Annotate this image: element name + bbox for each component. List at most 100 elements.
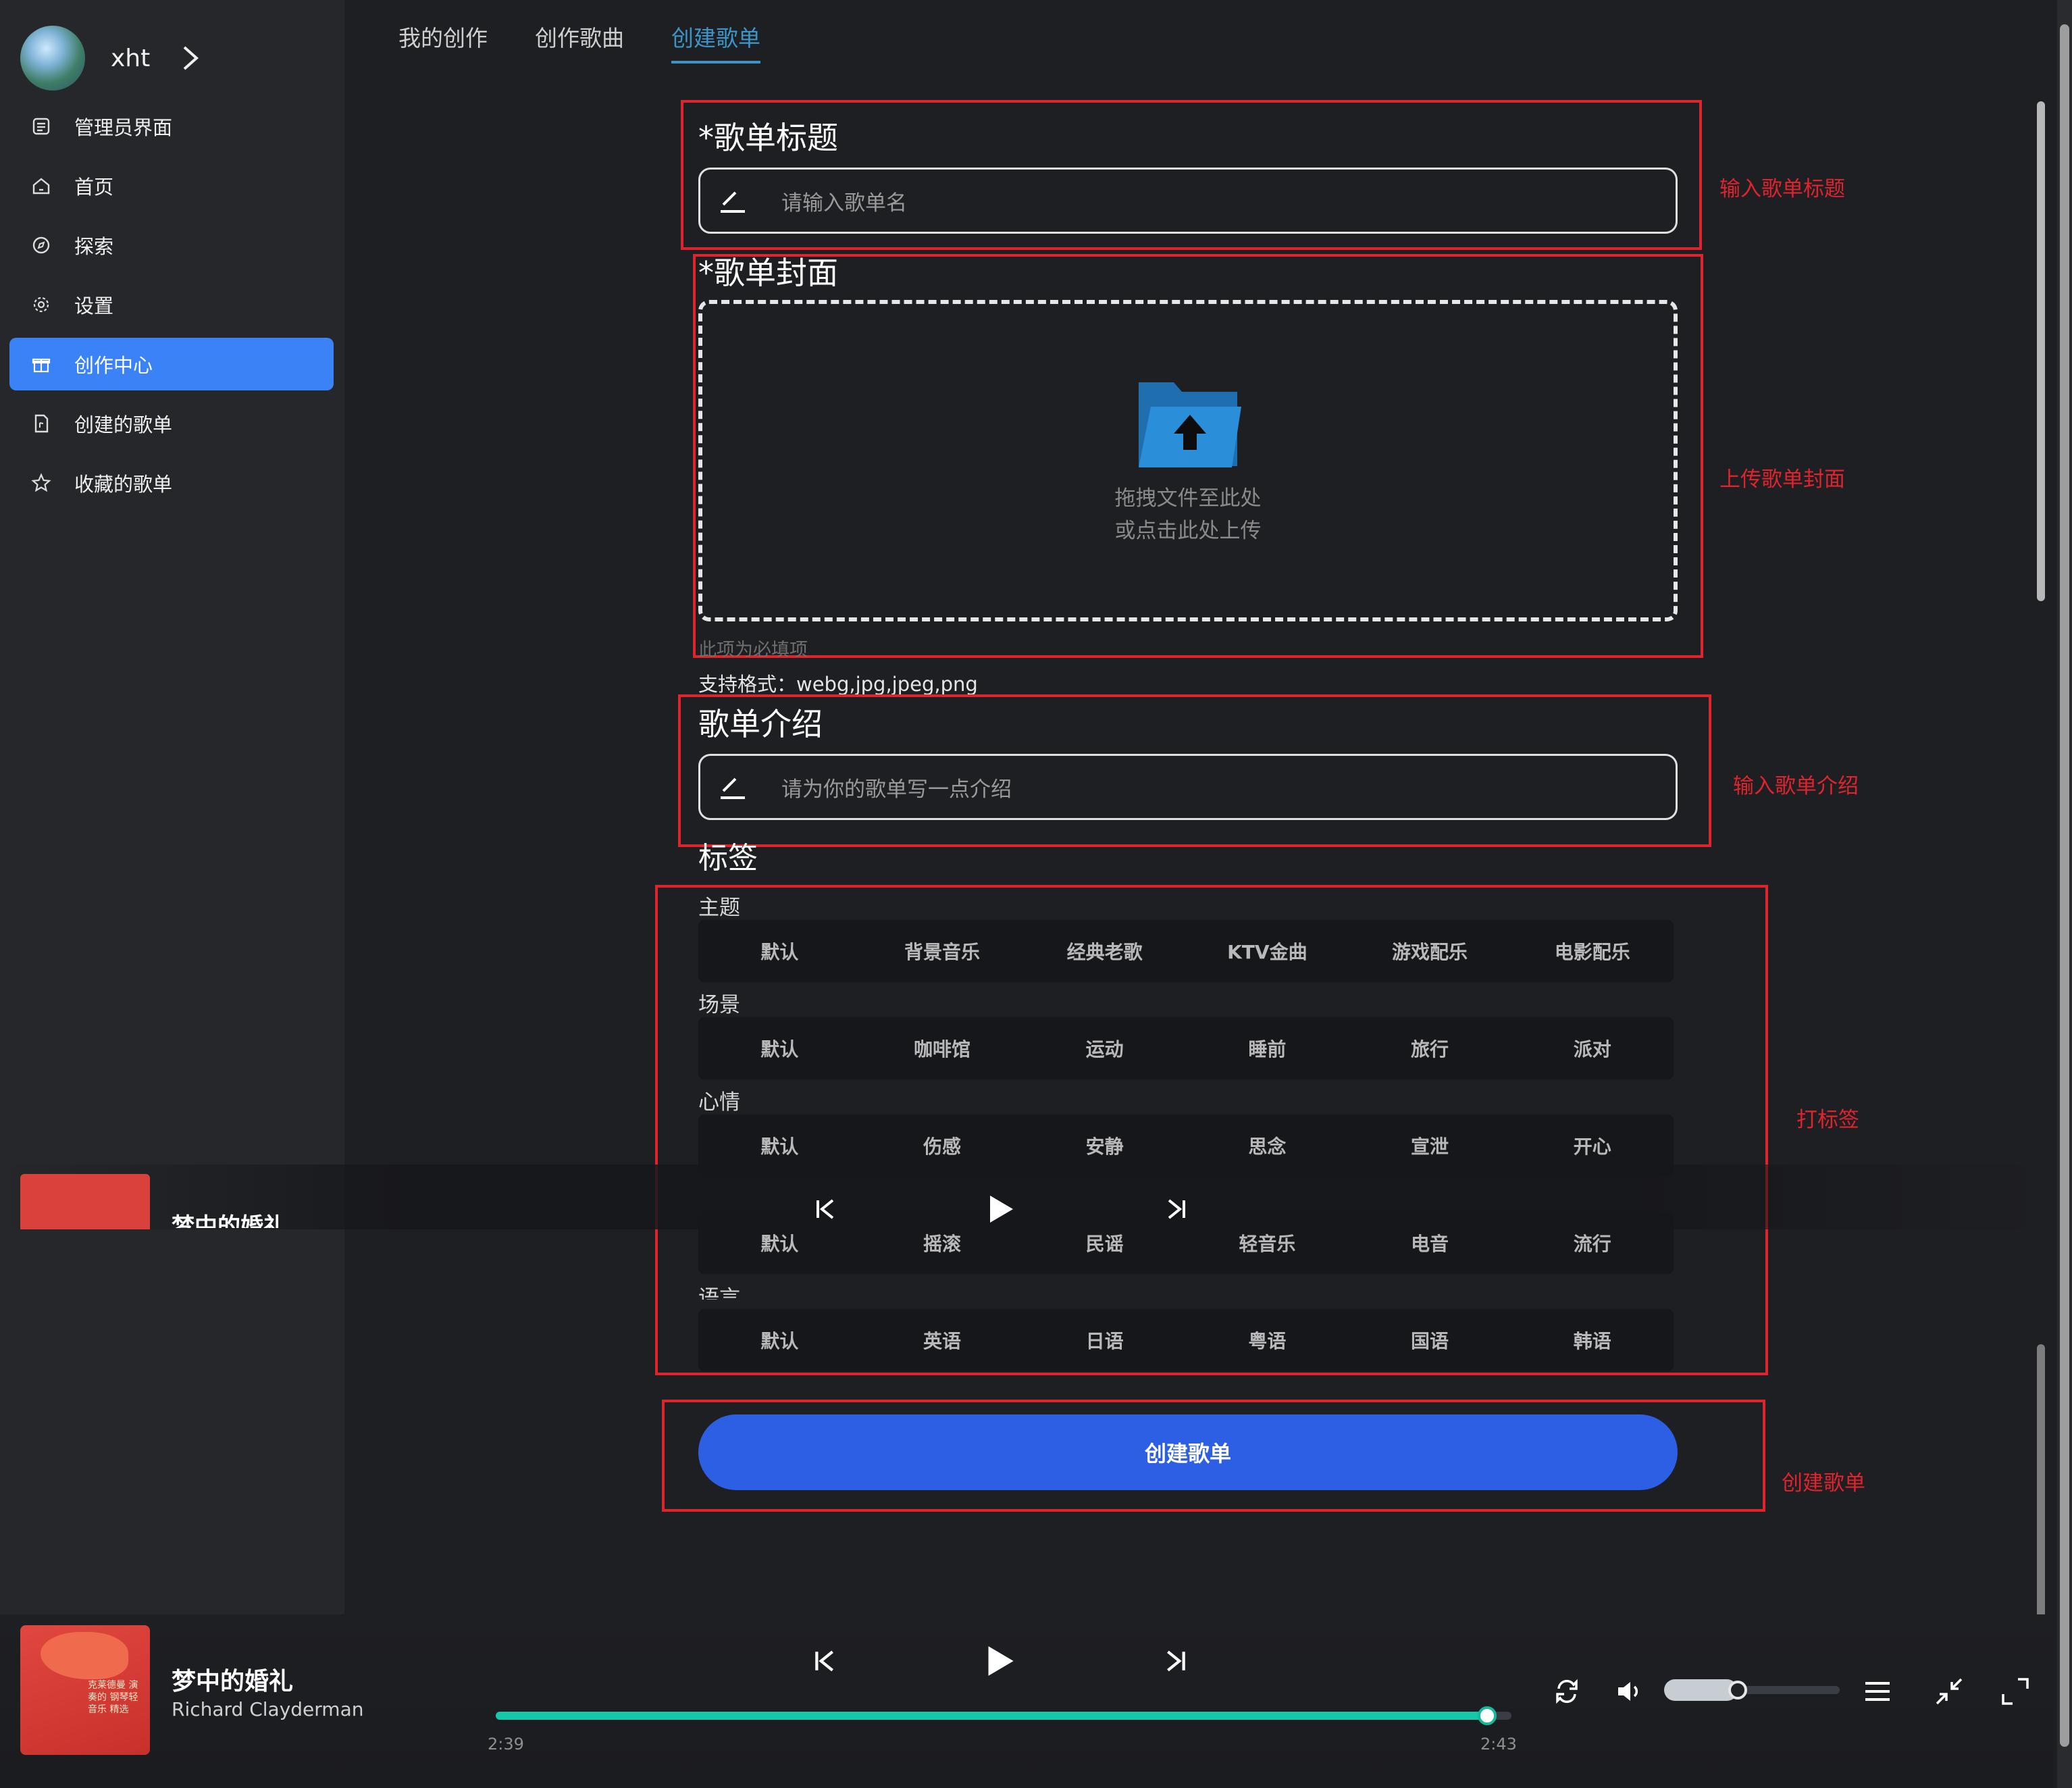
ghost-player-bar [0,1165,2046,1229]
previous-track-button[interactable] [801,1637,848,1685]
tab-my-creations[interactable]: 我的创作 [398,20,488,63]
tag-option[interactable]: 旅行 [1349,1017,1511,1079]
playlist-title-label: *歌单标题 [698,120,838,156]
total-time: 2:43 [1480,1735,1517,1754]
volume-knob[interactable] [1728,1681,1748,1700]
album-cover-caption: 克莱德曼 演奏的 钢琴轻音乐 精选 [88,1680,138,1715]
compass-icon [30,234,53,257]
annotation-cover: 上传歌单封面 [1719,467,1845,492]
tag-option[interactable]: 粤语 [1186,1309,1349,1371]
tab-create-playlist[interactable]: 创建歌单 [671,20,760,63]
ghost-play-icon [981,1189,1021,1229]
sidebar: xht 管理员界面 首页 探索 设置 创作中心 创建的歌单 收藏的歌单 [0,0,344,1788]
window-scrollbar-thumb[interactable] [2060,24,2069,1747]
tag-option[interactable]: 默认 [698,1309,861,1371]
minimize-icon[interactable] [1930,1672,1968,1710]
play-button[interactable] [977,1637,1024,1685]
pencil-icon [721,191,745,213]
playback-progress-slider[interactable] [496,1706,1511,1725]
home-icon [30,174,53,197]
tag-row-language: 默认 英语 日语 粤语 国语 韩语 [698,1309,1674,1371]
song-title: 梦中的婚礼 [172,1668,294,1695]
tag-option[interactable]: 咖啡馆 [861,1017,1024,1079]
tag-option[interactable]: 运动 [1023,1017,1186,1079]
sidebar-item-created-playlists[interactable]: 创建的歌单 [9,397,334,450]
supported-formats: 支持格式：webg,jpg,jpeg,png [698,673,978,696]
pencil-icon [721,777,745,799]
folder-upload-icon [1139,382,1241,467]
content-scrollbar[interactable] [2033,74,2049,1763]
sidebar-item-label: 设置 [74,295,114,317]
tag-option[interactable]: KTV金曲 [1186,920,1349,982]
sidebar-item-home[interactable]: 首页 [9,159,334,212]
user-name: xht [111,44,151,72]
sidebar-nav: 管理员界面 首页 探索 设置 创作中心 创建的歌单 收藏的歌单 [9,100,334,516]
playlist-intro-label: 歌单介绍 [698,706,823,742]
create-playlist-button[interactable]: 创建歌单 [698,1414,1678,1490]
content-scrollbar-thumb-ghost [2037,1344,2045,1641]
sidebar-item-explore[interactable]: 探索 [9,219,334,272]
window-scrollbar[interactable] [2057,0,2072,1788]
tag-group-theme-label: 主题 [698,896,740,920]
tag-group-language-label: 语言 [698,1286,740,1300]
cover-upload-dropzone[interactable]: 拖拽文件至此处 或点击此处上传 [698,300,1678,621]
repeat-icon[interactable] [1548,1672,1586,1710]
tag-option[interactable]: 默认 [698,920,861,982]
sidebar-item-admin[interactable]: 管理员界面 [9,100,334,153]
annotation-tags: 打标签 [1796,1108,1859,1132]
tag-option[interactable]: 日语 [1023,1309,1186,1371]
content-scrollbar-thumb[interactable] [2037,101,2045,601]
user-profile[interactable]: xht [20,24,204,92]
playlist-queue-icon[interactable] [1859,1672,1896,1710]
song-artist[interactable]: Richard Clayderman [172,1698,363,1720]
upload-hint-line-2: 或点击此处上传 [1114,519,1262,543]
ghost-album-cover [20,1174,150,1229]
tag-option[interactable]: 睡前 [1186,1017,1349,1079]
playback-progress-fill [496,1712,1487,1720]
document-icon [30,412,53,435]
playback-progress-knob[interactable] [1477,1706,1497,1725]
avatar[interactable] [20,26,85,91]
tag-option[interactable]: 派对 [1511,1017,1674,1079]
playlist-title-input[interactable]: 请输入歌单名 [698,168,1678,234]
tag-option[interactable]: 游戏配乐 [1349,920,1511,982]
tag-option[interactable]: 背景音乐 [861,920,1024,982]
playlist-cover-label: *歌单封面 [698,255,838,291]
sidebar-item-creator-center[interactable]: 创作中心 [9,338,334,390]
sidebar-item-label: 创作中心 [74,354,153,377]
volume-icon[interactable] [1610,1672,1648,1710]
sidebar-item-label: 收藏的歌单 [74,473,173,496]
tag-option[interactable]: 电影配乐 [1511,920,1674,982]
playlist-intro-placeholder: 请为你的歌单写一点介绍 [781,777,1012,802]
tag-option[interactable]: 韩语 [1511,1309,1674,1371]
tab-create-song[interactable]: 创作歌曲 [535,20,624,63]
annotation-title: 输入歌单标题 [1719,177,1845,201]
sidebar-item-favorite-playlists[interactable]: 收藏的歌单 [9,457,334,509]
tag-row-scene: 默认 咖啡馆 运动 睡前 旅行 派对 [698,1017,1674,1079]
annotation-intro: 输入歌单介绍 [1733,774,1859,798]
gear-icon [30,293,53,316]
tag-option[interactable]: 默认 [698,1017,861,1079]
next-track-button[interactable] [1152,1637,1199,1685]
volume-slider[interactable] [1664,1679,1840,1701]
chevron-right-icon[interactable] [177,45,204,72]
ghost-song-title: 梦中的婚礼 [172,1213,286,1228]
sidebar-item-settings[interactable]: 设置 [9,278,334,331]
tag-group-scene-label: 场景 [698,993,740,1017]
gift-icon [30,353,53,376]
sidebar-item-label: 首页 [74,176,114,199]
tag-option[interactable]: 经典老歌 [1023,920,1186,982]
annotation-create: 创建歌单 [1782,1471,1865,1496]
fullscreen-icon[interactable] [1996,1672,2034,1710]
tag-option[interactable]: 国语 [1349,1309,1511,1371]
playlist-intro-input[interactable]: 请为你的歌单写一点介绍 [698,754,1678,820]
tags-label: 标签 [698,841,758,875]
upload-hint-line-1: 拖拽文件至此处 [1114,486,1262,511]
tag-group-mood-label: 心情 [698,1090,740,1115]
sidebar-item-label: 创建的歌单 [74,413,173,436]
tag-option[interactable]: 英语 [861,1309,1024,1371]
album-cover[interactable]: 克莱德曼 演奏的 钢琴轻音乐 精选 [20,1625,150,1755]
required-note: 此项为必填项 [698,640,808,657]
sidebar-item-label: 探索 [74,235,114,258]
sidebar-item-label: 管理员界面 [74,116,173,139]
